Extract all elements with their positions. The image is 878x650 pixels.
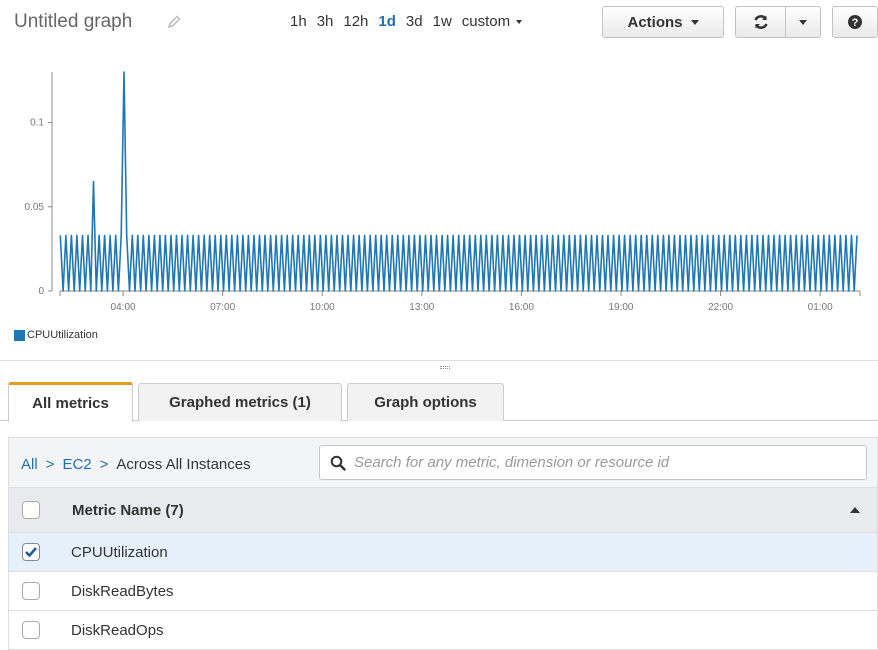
tab-graph-options[interactable]: Graph options	[347, 383, 504, 421]
svg-text:?: ?	[852, 17, 859, 29]
metric-tabs: All metrics Graphed metrics (1) Graph op…	[0, 381, 878, 422]
x-tick-label: 10:00	[310, 302, 335, 313]
legend-swatch	[14, 329, 25, 341]
range-3d[interactable]: 3d	[406, 13, 423, 30]
time-range-selector: 1h 3h 12h 1d 3d 1w custom	[290, 13, 542, 30]
y-tick-label: 0	[38, 286, 44, 297]
breadcrumb-ec2[interactable]: EC2	[62, 456, 91, 473]
row-checkbox[interactable]	[22, 582, 40, 600]
table-row[interactable]: DiskReadBytes	[8, 572, 878, 611]
graph-title[interactable]: Untitled graph	[14, 11, 132, 33]
x-tick-label: 13:00	[409, 302, 434, 313]
graph-header: Untitled graph 1h 3h 12h 1d 3d 1w custom…	[0, 0, 878, 46]
breadcrumb: All > EC2 > Across All Instances	[21, 456, 251, 473]
refresh-icon	[753, 15, 768, 29]
pencil-icon[interactable]	[166, 14, 182, 30]
select-all-checkbox[interactable]	[22, 501, 40, 519]
x-tick-label: 04:00	[111, 302, 136, 313]
panel-divider	[0, 360, 878, 361]
metric-name: DiskReadBytes	[71, 583, 174, 600]
x-tick-label: 19:00	[608, 302, 633, 313]
range-custom[interactable]: custom	[462, 13, 532, 30]
range-custom-label: custom	[461, 13, 511, 30]
x-tick-label: 01:00	[808, 302, 833, 313]
help-button[interactable]: ?	[832, 6, 878, 38]
search-icon	[330, 455, 346, 471]
range-3h[interactable]: 3h	[317, 13, 334, 30]
breadcrumb-all[interactable]: All	[21, 456, 38, 473]
range-12h[interactable]: 12h	[343, 13, 368, 30]
legend-label: CPUUtilization	[27, 329, 98, 341]
resize-handle[interactable]	[440, 366, 450, 369]
chart-legend[interactable]: CPUUtilization	[14, 329, 98, 341]
cpu-utilization-series	[59, 71, 858, 292]
tab-all-metrics[interactable]: All metrics	[8, 382, 133, 422]
table-row[interactable]: CPUUtilization	[8, 533, 878, 572]
actions-button[interactable]: Actions	[602, 6, 724, 38]
metrics-table-header: Metric Name (7)	[8, 487, 878, 533]
breadcrumb-separator: >	[99, 456, 109, 473]
refresh-options-button[interactable]	[785, 6, 821, 38]
metric-name: CPUUtilization	[71, 544, 168, 561]
browse-bar: All > EC2 > Across All Instances	[8, 437, 878, 487]
actions-label: Actions	[627, 13, 683, 31]
table-row[interactable]: DiskReadOps	[8, 611, 878, 650]
y-tick-label: 0.1	[30, 118, 44, 129]
cpu-utilization-chart: 0 0.05 0.1 04:00 07:00 10:00 13:00 16:00 19:00 22…	[25, 71, 861, 313]
breadcrumb-separator: >	[45, 456, 55, 473]
refresh-button[interactable]	[735, 6, 786, 38]
metric-name: DiskReadOps	[71, 622, 164, 639]
tab-graphed-metrics[interactable]: Graphed metrics (1)	[138, 383, 342, 421]
range-1d[interactable]: 1d	[378, 13, 396, 30]
chevron-down-icon	[516, 20, 523, 25]
chevron-down-icon	[690, 19, 699, 25]
row-checkbox[interactable]	[22, 543, 40, 561]
range-1h[interactable]: 1h	[290, 13, 307, 30]
checkmark-icon	[25, 547, 37, 558]
metric-search	[319, 445, 867, 480]
help-icon: ?	[848, 15, 862, 29]
x-tick-label: 22:00	[708, 302, 733, 313]
sort-ascending-icon[interactable]	[850, 507, 860, 513]
chevron-down-icon	[799, 19, 807, 25]
x-tick-label: 07:00	[210, 302, 235, 313]
column-header-metric-name[interactable]: Metric Name (7)	[72, 502, 184, 519]
search-input[interactable]	[354, 454, 854, 471]
x-tick-label: 16:00	[509, 302, 534, 313]
range-1w[interactable]: 1w	[433, 13, 452, 30]
row-checkbox[interactable]	[22, 621, 40, 639]
breadcrumb-current: Across All Instances	[116, 456, 251, 473]
y-tick-label: 0.05	[25, 202, 45, 213]
